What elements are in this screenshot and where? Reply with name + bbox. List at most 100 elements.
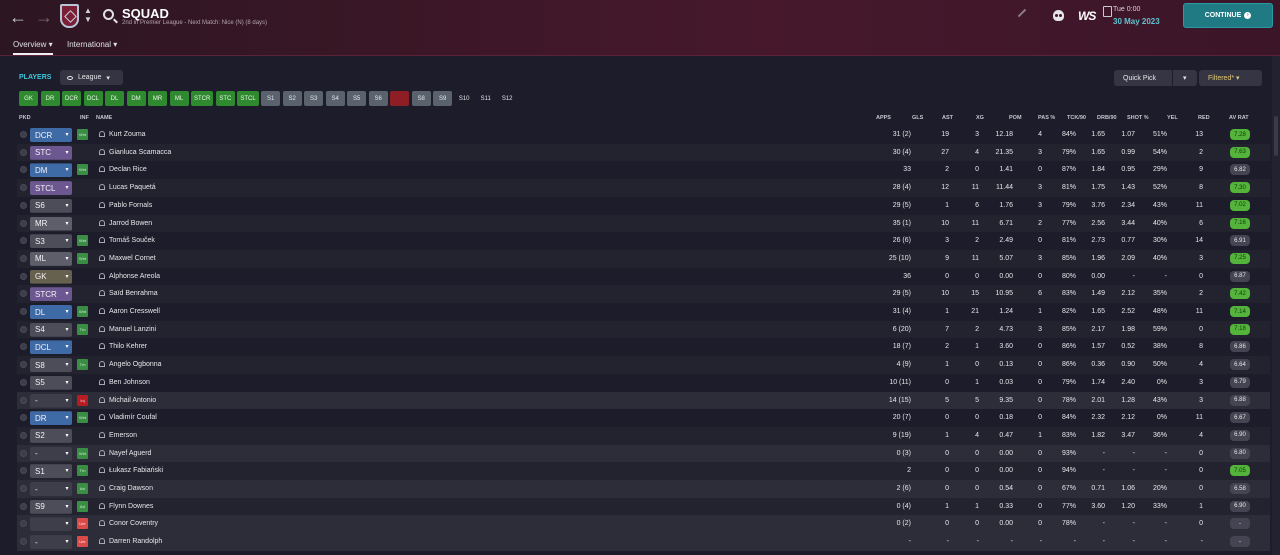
player-name[interactable]: Gianluca Scamacca (109, 149, 171, 156)
row-select-checkbox[interactable] (20, 343, 27, 351)
tab-overview[interactable]: Overview ▾ (13, 40, 53, 55)
position-filter-s5[interactable]: S5 (347, 91, 367, 106)
status-badge[interactable]: Unr (77, 536, 88, 548)
position-selector[interactable]: S3 ▾ (30, 234, 72, 249)
position-filter-dm[interactable]: DM (126, 91, 146, 106)
row-select-checkbox[interactable] (20, 414, 27, 422)
row-select-checkbox[interactable] (20, 237, 27, 245)
position-filter-s10[interactable]: S10 (455, 91, 474, 106)
row-select-checkbox[interactable] (20, 325, 27, 333)
position-selector[interactable]: GK ▾ (30, 269, 72, 284)
search-icon[interactable] (103, 9, 114, 20)
row-select-checkbox[interactable] (20, 272, 27, 280)
row-select-checkbox[interactable] (20, 520, 27, 528)
table-row[interactable]: S8 ▾ Trn Angelo Ogbonna 4 (9) 1 0 0.13 0 86% 0.36 0… (17, 356, 1270, 374)
position-selector[interactable]: S4 ▾ (30, 322, 72, 337)
row-select-checkbox[interactable] (20, 166, 27, 174)
status-badge[interactable]: Wnt (77, 412, 88, 424)
col-pkd[interactable]: PKD (19, 115, 31, 121)
col-name[interactable]: NAME (96, 115, 112, 121)
player-name[interactable]: Craig Dawson (109, 485, 153, 492)
position-selector[interactable]: DR ▾ (30, 411, 72, 426)
position-filter-ml[interactable]: ML (169, 91, 189, 106)
player-name[interactable]: Flynn Downes (109, 503, 153, 510)
player-name[interactable]: Ben Johnson (109, 379, 150, 386)
position-filter-dcr[interactable]: DCR (62, 91, 81, 106)
table-row[interactable]: MR ▾ Jarrod Bowen 35 (1) 10 11 6.71 2 77% 2.56 3.4… (17, 214, 1270, 233)
view-dropdown[interactable]: League ▾ (60, 70, 123, 85)
position-filter-s9[interactable]: S9 (433, 91, 453, 106)
filter-dropdown[interactable]: Filtered* ▾ (1199, 70, 1262, 86)
player-name[interactable]: Conor Coventry (109, 520, 158, 527)
col-shot[interactable]: SHOT % (1127, 115, 1149, 121)
row-select-checkbox[interactable] (20, 254, 27, 262)
back-arrow-icon[interactable]: ← (9, 7, 27, 27)
position-selector[interactable]: S5 ▾ (30, 375, 72, 390)
status-badge[interactable]: Inj (77, 394, 88, 406)
table-row[interactable]: S6 ▾ Pablo Fornals 29 (5) 1 6 1.76 3 79% 3.76 2.34… (17, 197, 1270, 215)
position-filter-s7[interactable]: S7 (390, 91, 410, 106)
col-yel[interactable]: YEL (1167, 115, 1178, 121)
player-name[interactable]: Alphonse Areola (109, 273, 160, 280)
table-row[interactable]: S9 ▾ Avl Flynn Downes 0 (4) 1 1 0.33 0 77% 3.60 1.2… (17, 497, 1270, 516)
position-filter-stcl[interactable]: STCL (237, 91, 259, 106)
position-selector[interactable]: S9 ▾ (30, 499, 72, 514)
quick-pick-button[interactable]: Quick Pick ▾ (1114, 70, 1197, 86)
table-row[interactable]: STCR ▾ Saïd Benrahma 29 (5) 10 15 10.95 6 83% 1.4… (17, 285, 1270, 303)
status-badge[interactable]: Trn (77, 465, 88, 477)
position-filter-s3[interactable]: S3 (304, 91, 324, 106)
table-row[interactable]: - ▾ Inj Michail Antonio 14 (15) 5 5 9.35 0 78% 2.0… (17, 391, 1270, 410)
status-badge[interactable]: Wnt (77, 235, 88, 247)
club-switch-arrows-icon[interactable]: ▲ ▼ (84, 6, 92, 24)
table-row[interactable]: STC ▾ Gianluca Scamacca 30 (4) 27 4 21.35 3 79% 1… (17, 143, 1270, 162)
row-select-checkbox[interactable] (20, 131, 27, 138)
row-select-checkbox[interactable] (20, 485, 27, 492)
player-name[interactable]: Tomáš Souček (109, 237, 155, 244)
col-tck[interactable]: TCK/90 (1067, 115, 1086, 121)
player-name[interactable]: Darren Randolph (109, 538, 162, 545)
row-select-checkbox[interactable] (20, 538, 27, 546)
row-select-checkbox[interactable] (20, 467, 27, 475)
status-badge[interactable]: Wnt (77, 447, 88, 459)
status-badge[interactable]: Avl (77, 500, 88, 512)
player-name[interactable]: Nayef Aguerd (109, 450, 151, 457)
manager-face-icon[interactable] (1053, 10, 1064, 21)
table-row[interactable]: DR ▾ Wnt Vladimír Coufal 20 (7) 0 0 0.18 0 84% 2.3… (17, 409, 1270, 427)
position-filter-s8[interactable]: S8 (411, 91, 431, 106)
col-drb[interactable]: DRB/90 (1097, 115, 1117, 121)
position-selector[interactable]: STC ▾ (30, 145, 72, 160)
status-badge[interactable]: Wnt (77, 164, 88, 176)
row-select-checkbox[interactable] (20, 148, 27, 156)
table-row[interactable]: S4 ▾ Trn Manuel Lanzini 6 (20) 7 2 4.73 3 85% 2.17… (17, 320, 1270, 339)
tab-international[interactable]: International ▾ (67, 40, 117, 49)
player-name[interactable]: Angelo Ogbonna (109, 361, 162, 368)
chevron-down-icon[interactable]: ▾ (1183, 74, 1187, 82)
position-selector[interactable]: - ▾ (30, 535, 72, 550)
position-filter-dl[interactable]: DL (105, 91, 124, 106)
position-selector[interactable]: ▾ (30, 517, 72, 532)
position-selector[interactable]: S2 ▾ (30, 428, 72, 443)
position-selector[interactable]: MR ▾ (30, 216, 72, 231)
player-name[interactable]: Vladimír Coufal (109, 414, 157, 421)
position-selector[interactable]: - ▾ (30, 393, 72, 408)
status-badge[interactable]: Unr (77, 518, 88, 530)
player-name[interactable]: Łukasz Fabiański (109, 467, 163, 474)
player-name[interactable]: Manuel Lanzini (109, 326, 156, 333)
player-name[interactable]: Maxwel Cornet (109, 255, 156, 262)
status-badge[interactable]: Avl (77, 483, 88, 494)
row-select-checkbox[interactable] (20, 431, 27, 439)
table-row[interactable]: DCR ▾ Wnt Kurt Zouma 31 (2) 19 3 12.18 4 84% 1.65 1… (17, 126, 1270, 144)
table-row[interactable]: S3 ▾ Wnt Tomáš Souček 26 (6) 3 2 2.49 0 81% 2.73 0.… (17, 232, 1270, 250)
position-filter-stc[interactable]: STC (215, 91, 235, 106)
player-name[interactable]: Declan Rice (109, 166, 147, 173)
position-filter-s2[interactable]: S2 (282, 91, 302, 106)
position-selector[interactable]: STCL ▾ (30, 181, 72, 196)
forward-arrow-icon[interactable]: → (35, 7, 53, 27)
position-selector[interactable]: DM ▾ (30, 163, 72, 178)
position-selector[interactable]: S1 ▾ (30, 464, 72, 479)
col-apps[interactable]: APPS (876, 115, 891, 121)
status-badge[interactable]: Wnt (77, 306, 88, 317)
position-filter-s1[interactable]: S1 (261, 91, 281, 106)
row-select-checkbox[interactable] (20, 219, 27, 227)
row-select-checkbox[interactable] (20, 201, 27, 209)
